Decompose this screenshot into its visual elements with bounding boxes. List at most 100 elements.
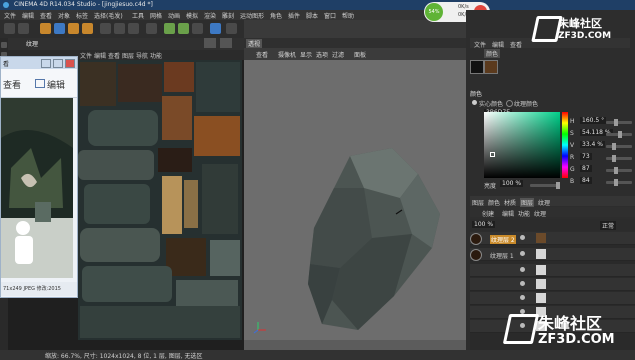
move-tool-icon[interactable] (40, 23, 51, 34)
b-value[interactable]: 84 (580, 177, 592, 184)
layer-row[interactable]: 纹理层 1 (470, 248, 635, 261)
layer-menu-create[interactable]: 创建 (482, 209, 494, 218)
menu-item-mograph[interactable]: 运动图形 (240, 11, 264, 20)
menu-item-character[interactable]: 角色 (270, 11, 282, 20)
eye-icon[interactable] (520, 295, 525, 300)
undo-icon[interactable] (4, 23, 15, 34)
layer-menu-texture[interactable]: 纹理 (534, 209, 546, 218)
layer-row[interactable] (470, 292, 635, 305)
tab-colors[interactable]: 颜色 (488, 198, 500, 207)
menu-item-plugins[interactable]: 插件 (288, 11, 300, 20)
pen-tool-icon[interactable] (226, 23, 237, 34)
g-slider[interactable] (606, 167, 632, 174)
layer-menu-func[interactable]: 功能 (518, 209, 530, 218)
menu-item-help[interactable]: 帮助 (342, 11, 354, 20)
menu-item-sculpt[interactable]: 雕刻 (222, 11, 234, 20)
tab-color[interactable]: 颜色 (484, 49, 501, 58)
viewport-menu-options[interactable]: 选项 (316, 50, 328, 59)
material-texture-chip[interactable] (484, 60, 498, 74)
viewport-3d[interactable] (244, 38, 466, 350)
redo-icon[interactable] (18, 23, 29, 34)
material-ball-icon[interactable] (470, 60, 484, 74)
render-settings-icon[interactable] (192, 23, 203, 34)
r-slider[interactable] (606, 155, 632, 162)
menu-item-script[interactable]: 脚本 (306, 11, 318, 20)
menu-item-file[interactable]: 文件 (4, 11, 16, 20)
menu-item-mesh[interactable]: 网格 (150, 11, 162, 20)
y-axis-icon[interactable] (114, 23, 125, 34)
rotate-tool-icon[interactable] (68, 23, 79, 34)
menu-item-object[interactable]: 对象 (58, 11, 70, 20)
menu-item-edit[interactable]: 编辑 (22, 11, 34, 20)
h-value[interactable]: 160.5 ° (580, 117, 607, 124)
texture-menu-file[interactable]: 文件 (80, 51, 92, 60)
cube-primitive-icon[interactable] (210, 23, 221, 34)
brightness-slider[interactable] (530, 182, 560, 189)
texture-color-radio[interactable] (506, 100, 513, 107)
h-slider[interactable] (606, 119, 632, 126)
viewport-menu-camera[interactable]: 摄像机 (278, 50, 296, 59)
world-coord-icon[interactable] (146, 23, 157, 34)
z-axis-icon[interactable] (128, 23, 139, 34)
layer-row[interactable] (470, 264, 635, 277)
brightness-value[interactable]: 100 % (500, 180, 524, 187)
menu-item-window[interactable]: 窗口 (324, 11, 336, 20)
render-picture-icon[interactable] (178, 23, 189, 34)
menu-item-view[interactable]: 查看 (40, 11, 52, 20)
tab-layer[interactable]: 图层 (472, 198, 484, 207)
v-value[interactable]: 33.4 % (580, 141, 605, 148)
view-button[interactable]: 查看 (3, 78, 21, 91)
r-value[interactable]: 73 (580, 153, 592, 160)
menu-item-simulate[interactable]: 模拟 (186, 11, 198, 20)
opacity-field[interactable]: 100 % (472, 221, 496, 228)
lock-icon[interactable] (204, 38, 216, 48)
tab-materials[interactable]: 材质 (504, 198, 516, 207)
live-select-icon[interactable] (82, 23, 93, 34)
texture-menu-view[interactable]: 查看 (108, 51, 120, 60)
g-value[interactable]: 87 (580, 165, 592, 172)
menu-item-tag[interactable]: 标签 (76, 11, 88, 20)
layer-row[interactable] (470, 278, 635, 291)
tab-texture[interactable]: 纹理 (26, 39, 38, 48)
solid-color-radio[interactable] (472, 100, 477, 105)
main-toolbar (0, 20, 244, 38)
viewport-menu-filter[interactable]: 过滤 (332, 50, 344, 59)
menu-item-tools[interactable]: 工具 (132, 11, 144, 20)
color-picker-square[interactable] (484, 112, 560, 178)
tab-layers[interactable]: 图层 (520, 198, 535, 207)
hue-slider[interactable] (562, 112, 568, 178)
eye-icon[interactable] (520, 281, 525, 286)
layer-row[interactable]: 纹理层 2 (470, 232, 635, 245)
viewport-menu-panel[interactable]: 面板 (354, 50, 366, 59)
close-button[interactable] (65, 59, 75, 68)
eye-icon[interactable] (520, 267, 525, 272)
eye-icon[interactable] (520, 251, 525, 256)
image-viewer-window[interactable]: 看 查看 编辑 71x249 JPEG 修改:2015 (0, 56, 78, 298)
menu-item-select[interactable]: 选择(毛发) (94, 11, 123, 20)
texture-menu-nav[interactable]: 导航 (136, 51, 148, 60)
texture-menu-edit[interactable]: 编辑 (94, 51, 106, 60)
v-slider[interactable] (606, 143, 632, 150)
model-mode-icon[interactable] (1, 42, 7, 48)
b-slider[interactable] (606, 179, 632, 186)
viewport-menu-view[interactable]: 查看 (256, 50, 268, 59)
scale-tool-icon[interactable] (54, 23, 65, 34)
texture-menu-func[interactable]: 功能 (150, 51, 162, 60)
tab-texture-lower[interactable]: 纹理 (538, 198, 550, 207)
maximize-button[interactable] (53, 59, 63, 68)
menu-item-render[interactable]: 渲染 (204, 11, 216, 20)
maximize-icon[interactable] (220, 38, 232, 48)
layer-menu-edit[interactable]: 编辑 (502, 209, 514, 218)
menu-item-animate[interactable]: 动画 (168, 11, 180, 20)
texture-menu-layer[interactable]: 图层 (122, 51, 134, 60)
x-axis-icon[interactable] (100, 23, 111, 34)
blend-mode-dropdown[interactable]: 正常 (600, 221, 617, 230)
eye-icon[interactable] (520, 235, 525, 240)
texture-canvas[interactable] (78, 60, 242, 340)
minimize-button[interactable] (41, 59, 51, 68)
viewport-menu-display[interactable]: 显示 (300, 50, 312, 59)
tab-perspective[interactable]: 透视 (246, 39, 263, 48)
render-view-icon[interactable] (164, 23, 175, 34)
edit-button[interactable]: 编辑 (47, 78, 65, 91)
s-slider[interactable] (606, 131, 632, 138)
